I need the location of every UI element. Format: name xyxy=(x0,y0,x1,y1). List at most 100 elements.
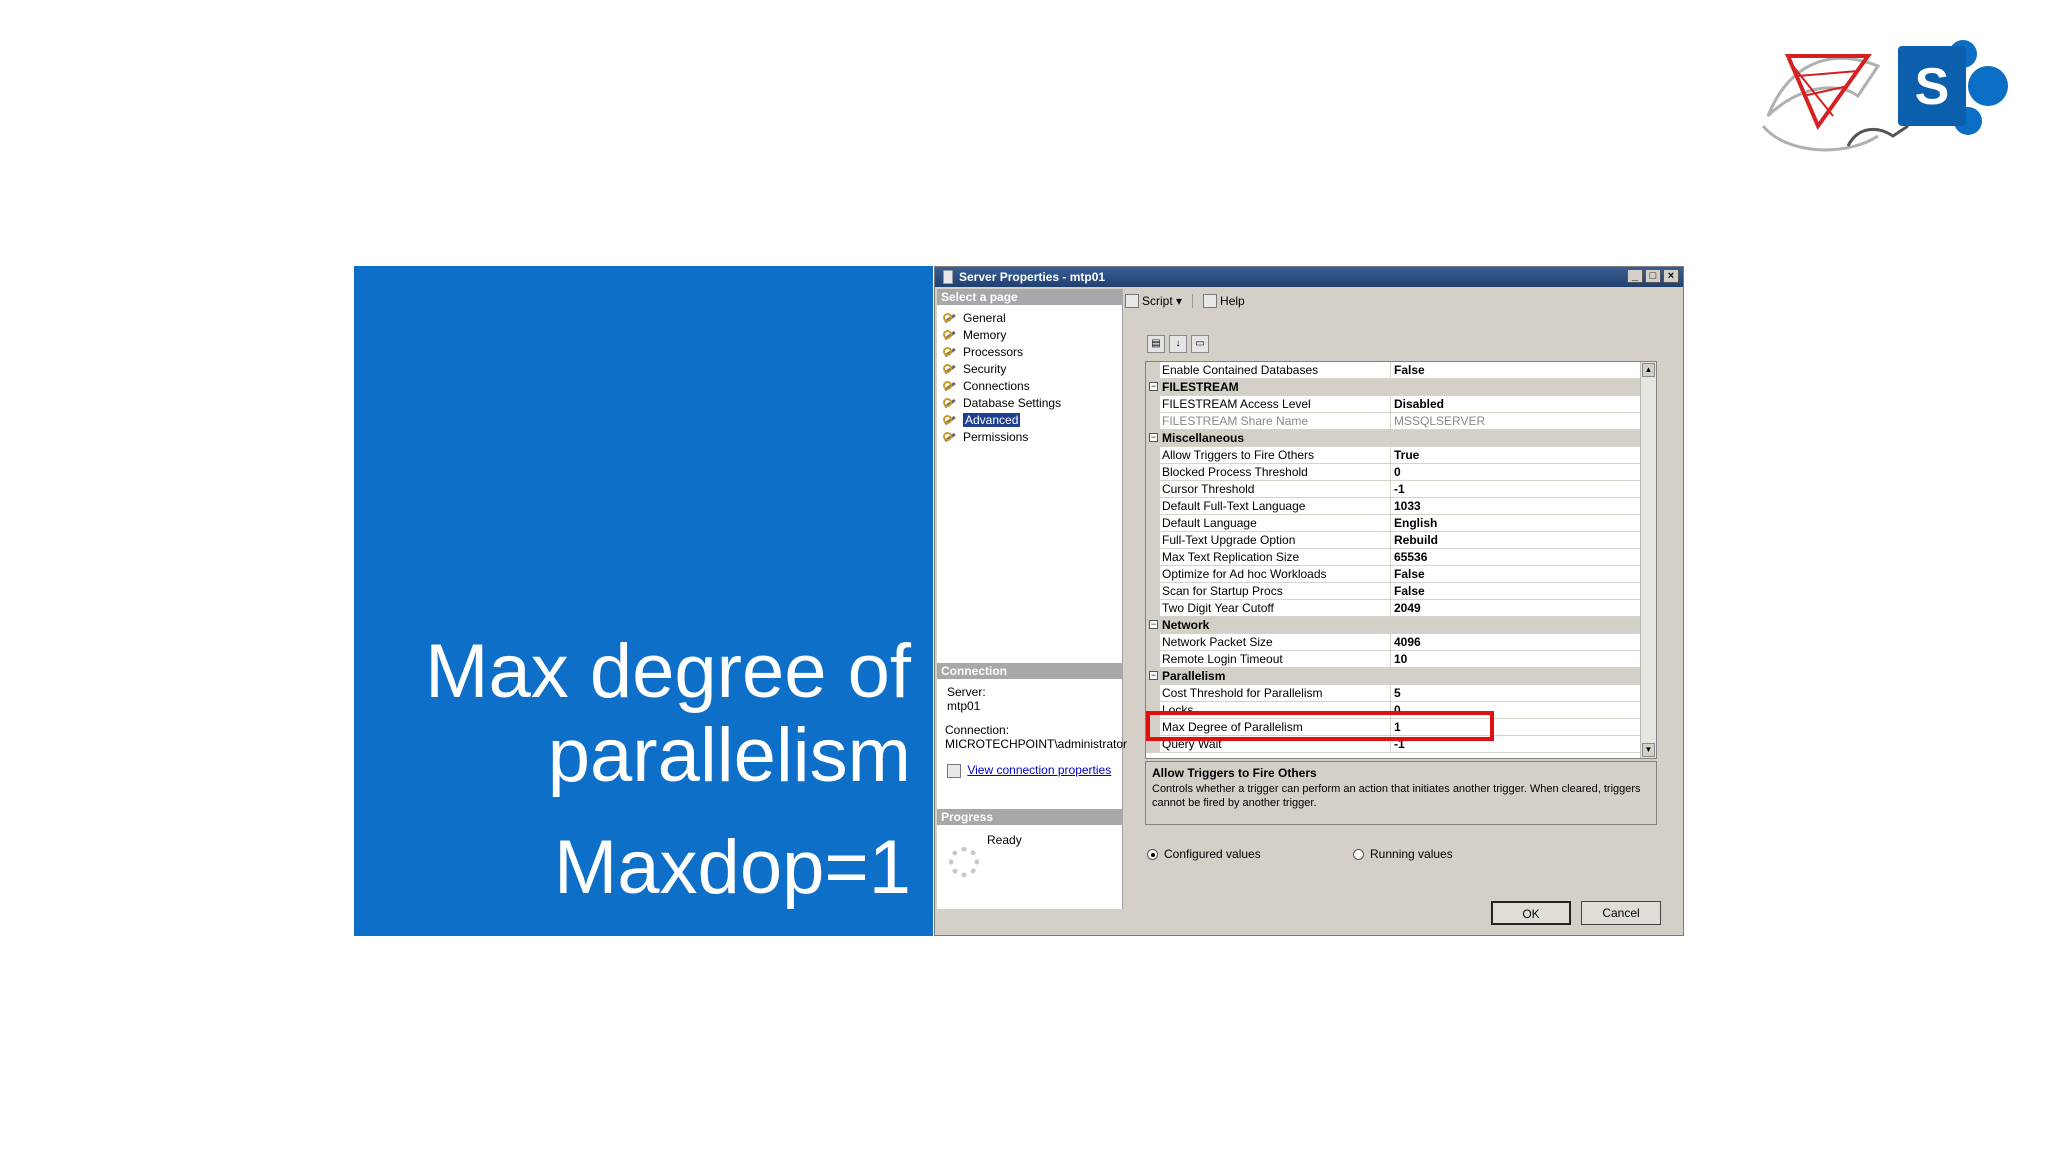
property-value[interactable]: MSSQLSERVER xyxy=(1394,413,1485,429)
property-name: Default Language xyxy=(1162,516,1257,530)
categorized-icon[interactable]: ▤ xyxy=(1147,335,1165,353)
property-row[interactable]: Remote Login Timeout 10 xyxy=(1146,651,1656,668)
property-value[interactable]: True xyxy=(1394,447,1419,463)
view-connection-link[interactable]: View connection properties xyxy=(967,763,1111,777)
page-item-connections[interactable]: Connections xyxy=(943,377,1061,394)
property-row[interactable]: Full-Text Upgrade Option Rebuild xyxy=(1146,532,1656,549)
wrench-icon xyxy=(943,380,957,392)
page-item-label: Permissions xyxy=(963,429,1029,444)
dialog-toolbar: Script ▾ Help xyxy=(1125,291,1245,311)
property-value[interactable]: -1 xyxy=(1394,481,1405,497)
column-divider xyxy=(1390,413,1391,430)
property-row[interactable]: Default Language English xyxy=(1146,515,1656,532)
row-gutter xyxy=(1146,464,1160,481)
property-category[interactable]: − FILESTREAM xyxy=(1146,379,1656,396)
property-row[interactable]: Allow Triggers to Fire Others True xyxy=(1146,447,1656,464)
property-name: Default Full-Text Language xyxy=(1162,499,1306,513)
cancel-button[interactable]: Cancel xyxy=(1581,901,1661,925)
column-divider xyxy=(1390,464,1391,481)
configured-radio-icon[interactable] xyxy=(1147,848,1158,860)
property-name: Full-Text Upgrade Option xyxy=(1162,533,1296,547)
toolbar-separator xyxy=(1192,294,1194,308)
property-value[interactable]: 65536 xyxy=(1394,549,1427,565)
collapse-icon[interactable]: − xyxy=(1149,620,1158,629)
property-row[interactable]: Default Full-Text Language 1033 xyxy=(1146,498,1656,515)
property-row[interactable]: Max Text Replication Size 65536 xyxy=(1146,549,1656,566)
column-divider xyxy=(1390,481,1391,498)
property-row[interactable]: Enable Contained Databases False xyxy=(1146,362,1656,379)
connection-value: MICROTECHPOINT\administrator xyxy=(945,737,1128,751)
page-item-advanced[interactable]: Advanced xyxy=(943,411,1061,428)
category-name: Network xyxy=(1162,618,1210,632)
running-radio-icon[interactable] xyxy=(1353,848,1364,860)
wrench-icon xyxy=(943,363,957,375)
ok-button[interactable]: OK xyxy=(1491,901,1571,925)
property-value[interactable]: Rebuild xyxy=(1394,532,1438,548)
property-name: Cost Threshold for Parallelism xyxy=(1162,686,1323,700)
scroll-up-icon[interactable]: ▲ xyxy=(1642,363,1655,377)
property-row[interactable]: Optimize for Ad hoc Workloads False xyxy=(1146,566,1656,583)
property-category[interactable]: − Parallelism xyxy=(1146,668,1656,685)
row-gutter xyxy=(1146,600,1160,617)
close-button[interactable]: × xyxy=(1663,269,1679,283)
help-button[interactable]: Help xyxy=(1203,294,1245,309)
minimize-button[interactable]: _ xyxy=(1627,269,1643,283)
property-row[interactable]: Scan for Startup Procs False xyxy=(1146,583,1656,600)
property-row[interactable]: FILESTREAM Share Name MSSQLSERVER xyxy=(1146,413,1656,430)
property-category[interactable]: − Miscellaneous xyxy=(1146,430,1656,447)
page-item-security[interactable]: Security xyxy=(943,360,1061,377)
page-item-general[interactable]: General xyxy=(943,309,1061,326)
property-value[interactable]: 5 xyxy=(1394,685,1401,701)
collapse-icon[interactable]: − xyxy=(1149,671,1158,680)
alphabetical-sort-icon[interactable]: ↓ xyxy=(1169,335,1187,353)
property-value[interactable]: 0 xyxy=(1394,464,1401,480)
property-value[interactable]: 4096 xyxy=(1394,634,1421,650)
help-label: Help xyxy=(1220,293,1245,308)
page-item-label: Database Settings xyxy=(963,395,1062,410)
property-value[interactable]: 10 xyxy=(1394,651,1407,667)
configured-values-radio[interactable]: Configured values xyxy=(1147,847,1261,861)
slide-title-panel: Max degree of parallelism Maxdop=1 xyxy=(354,266,933,936)
property-row[interactable]: Blocked Process Threshold 0 xyxy=(1146,464,1656,481)
row-gutter xyxy=(1146,396,1160,413)
page-item-memory[interactable]: Memory xyxy=(943,326,1061,343)
property-value[interactable]: 2049 xyxy=(1394,600,1421,616)
property-row[interactable]: Cursor Threshold -1 xyxy=(1146,481,1656,498)
property-row[interactable]: FILESTREAM Access Level Disabled xyxy=(1146,396,1656,413)
scroll-down-icon[interactable]: ▼ xyxy=(1642,743,1655,757)
page-item-label: Memory xyxy=(963,327,1007,342)
page-item-processors[interactable]: Processors xyxy=(943,343,1061,360)
maximize-button[interactable]: □ xyxy=(1645,269,1661,283)
property-row[interactable]: Cost Threshold for Parallelism 5 xyxy=(1146,685,1656,702)
row-gutter xyxy=(1146,447,1160,464)
running-values-radio[interactable]: Running values xyxy=(1353,847,1453,861)
column-divider xyxy=(1390,498,1391,515)
wrench-icon xyxy=(943,431,957,443)
property-name: Scan for Startup Procs xyxy=(1162,584,1283,598)
property-value[interactable]: 1033 xyxy=(1394,498,1421,514)
column-divider xyxy=(1390,549,1391,566)
page-item-database-settings[interactable]: Database Settings xyxy=(943,394,1061,411)
collapse-icon[interactable]: − xyxy=(1149,382,1158,391)
property-category[interactable]: − Network xyxy=(1146,617,1656,634)
page-item-label: Security xyxy=(963,361,1007,376)
column-divider xyxy=(1390,532,1391,549)
property-name: Two Digit Year Cutoff xyxy=(1162,601,1274,615)
server-value: mtp01 xyxy=(947,699,981,713)
column-divider xyxy=(1390,515,1391,532)
property-value[interactable]: English xyxy=(1394,515,1437,531)
view-connection-properties[interactable]: View connection properties xyxy=(947,763,1111,778)
collapse-icon[interactable]: − xyxy=(1149,433,1158,442)
script-button[interactable]: Script ▾ xyxy=(1125,294,1182,309)
row-gutter xyxy=(1146,583,1160,600)
page-item-permissions[interactable]: Permissions xyxy=(943,428,1061,445)
dialog-titlebar[interactable]: Server Properties - mtp01 _ □ × xyxy=(935,267,1683,287)
property-row[interactable]: Network Packet Size 4096 xyxy=(1146,634,1656,651)
property-value[interactable]: False xyxy=(1394,362,1425,378)
property-pages-icon[interactable]: ▭ xyxy=(1191,335,1209,353)
property-row[interactable]: Two Digit Year Cutoff 2049 xyxy=(1146,600,1656,617)
property-value[interactable]: False xyxy=(1394,583,1425,599)
property-grid-scrollbar[interactable]: ▲ ▼ xyxy=(1640,362,1656,758)
property-value[interactable]: False xyxy=(1394,566,1425,582)
property-value[interactable]: Disabled xyxy=(1394,396,1444,412)
